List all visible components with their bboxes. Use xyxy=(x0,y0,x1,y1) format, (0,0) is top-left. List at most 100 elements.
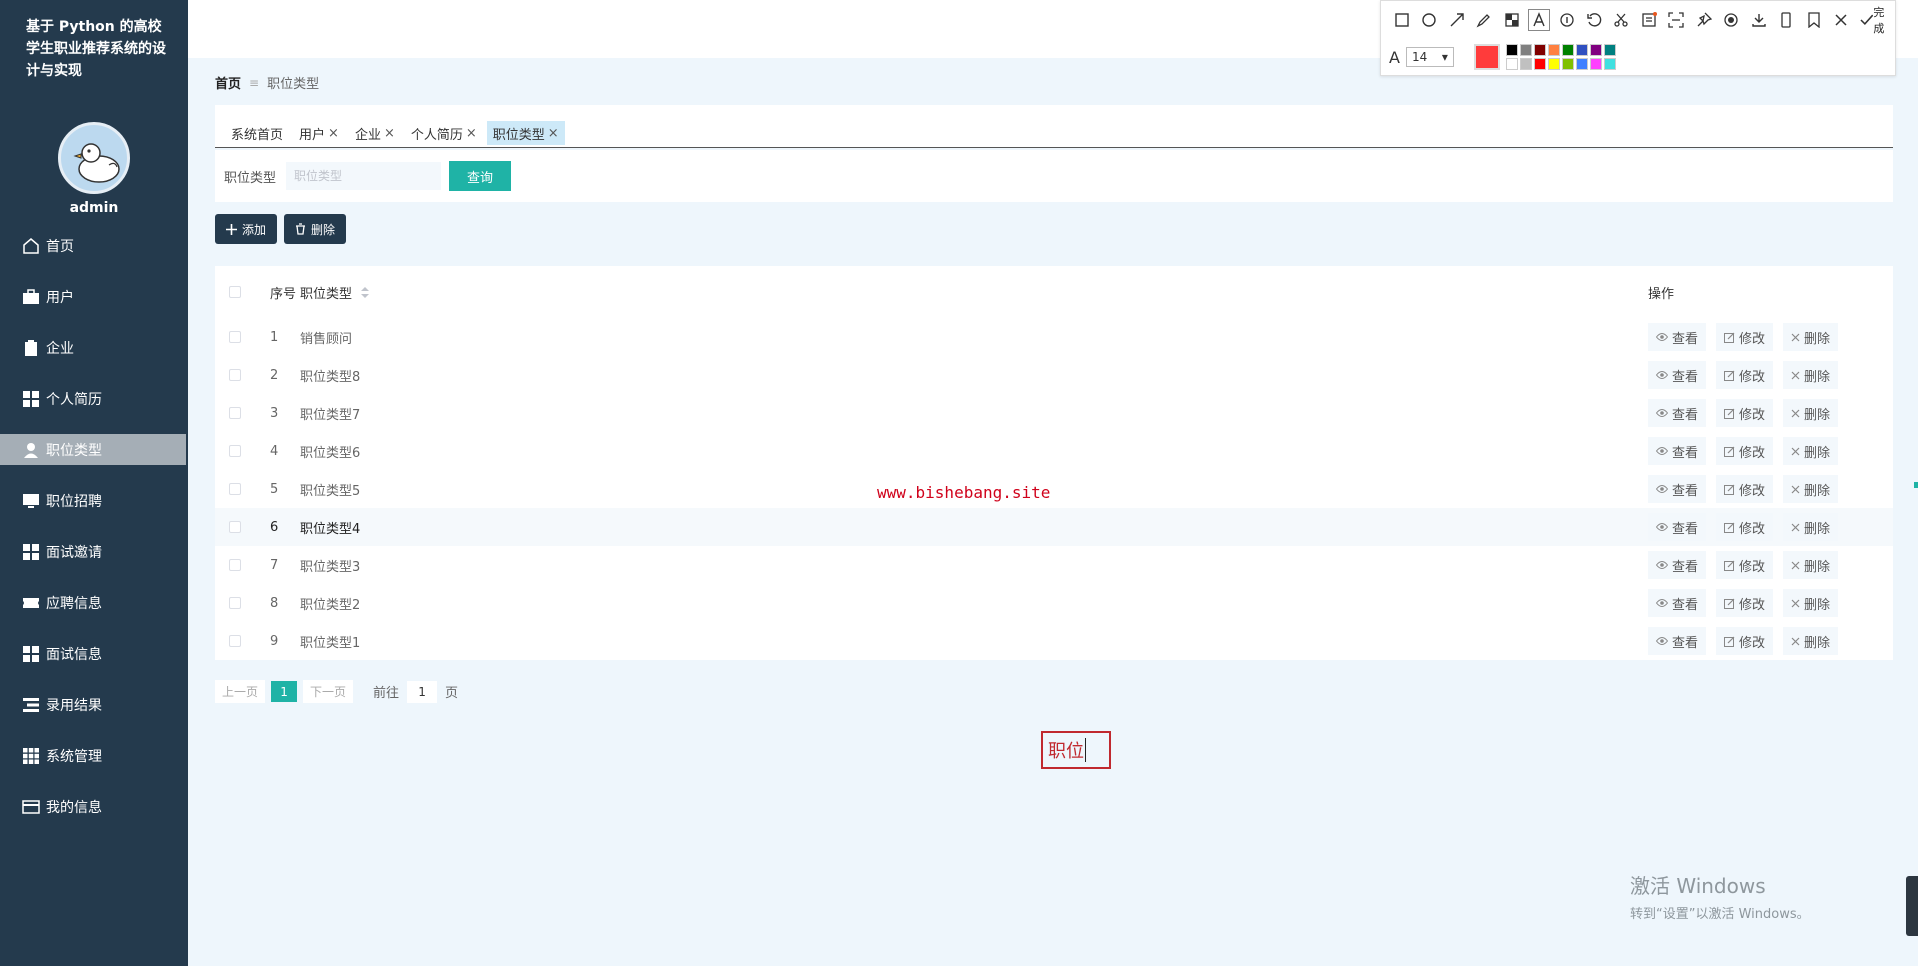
row-checkbox[interactable] xyxy=(229,597,241,609)
color-swatch[interactable] xyxy=(1533,44,1546,56)
search-input[interactable] xyxy=(286,162,442,190)
annotation-textbox[interactable]: 职位 xyxy=(1041,731,1111,769)
sidebar-item-job-posting[interactable]: 职位招聘 xyxy=(0,485,188,516)
breadcrumb-home[interactable]: 首页 xyxy=(215,73,241,92)
view-button[interactable]: 查看 xyxy=(1648,437,1707,465)
color-swatch[interactable] xyxy=(1547,58,1560,70)
close-icon[interactable] xyxy=(1830,9,1851,31)
sidebar-item-users[interactable]: 用户 xyxy=(0,281,188,312)
prev-page-button[interactable]: 上一页 xyxy=(215,680,266,703)
arrow-tool-icon[interactable] xyxy=(1446,9,1467,31)
text-tool-icon[interactable] xyxy=(1528,9,1550,31)
color-swatch[interactable] xyxy=(1575,44,1588,56)
bookmark-icon[interactable] xyxy=(1803,9,1824,31)
row-checkbox[interactable] xyxy=(229,483,241,495)
view-button[interactable]: 查看 xyxy=(1648,475,1707,503)
edge-panel-handle[interactable] xyxy=(1906,876,1918,936)
close-icon[interactable]: × xyxy=(328,126,339,141)
current-color-swatch[interactable] xyxy=(1473,44,1500,70)
download-icon[interactable] xyxy=(1748,9,1769,31)
font-size-select[interactable]: 14 ▾ xyxy=(1405,47,1454,67)
row-checkbox[interactable] xyxy=(229,445,241,457)
delete-button[interactable]: 删除 xyxy=(1783,323,1839,351)
record-icon[interactable] xyxy=(1721,9,1742,31)
view-button[interactable]: 查看 xyxy=(1648,513,1707,541)
ocr-icon[interactable] xyxy=(1638,9,1659,31)
avatar[interactable] xyxy=(58,122,130,194)
delete-button[interactable]: 删除 xyxy=(1783,627,1839,655)
scissors-icon[interactable] xyxy=(1611,9,1632,31)
color-swatch[interactable] xyxy=(1519,44,1532,56)
pencil-tool-icon[interactable] xyxy=(1473,9,1494,31)
delete-button[interactable]: 删除 xyxy=(1783,361,1839,389)
phone-icon[interactable] xyxy=(1775,9,1796,31)
color-swatch[interactable] xyxy=(1589,58,1602,70)
color-swatch[interactable] xyxy=(1561,44,1574,56)
select-all-checkbox[interactable] xyxy=(229,286,241,298)
color-swatch[interactable] xyxy=(1505,58,1518,70)
close-icon[interactable]: × xyxy=(466,126,477,141)
view-button[interactable]: 查看 xyxy=(1648,323,1707,351)
delete-button[interactable]: 删除 xyxy=(1783,589,1839,617)
edit-button[interactable]: 修改 xyxy=(1716,437,1774,465)
edit-button[interactable]: 修改 xyxy=(1716,513,1774,541)
delete-button[interactable]: 删除 xyxy=(1783,475,1839,503)
color-swatch[interactable] xyxy=(1505,44,1518,56)
number-marker-icon[interactable] xyxy=(1556,9,1577,31)
edit-button[interactable]: 修改 xyxy=(1716,399,1774,427)
view-button[interactable]: 查看 xyxy=(1648,361,1707,389)
sidebar-item-my-info[interactable]: 我的信息 xyxy=(0,791,188,822)
header-name-cell[interactable]: 职位类型 xyxy=(300,283,1648,302)
color-swatch[interactable] xyxy=(1589,44,1602,56)
undo-icon[interactable] xyxy=(1583,9,1604,31)
row-checkbox[interactable] xyxy=(229,331,241,343)
sidebar-item-application[interactable]: 应聘信息 xyxy=(0,587,188,618)
edit-button[interactable]: 修改 xyxy=(1716,589,1774,617)
edit-button[interactable]: 修改 xyxy=(1716,323,1774,351)
add-button[interactable]: 添加 xyxy=(215,214,278,244)
ellipse-tool-icon[interactable] xyxy=(1418,9,1439,31)
sidebar-item-system[interactable]: 系统管理 xyxy=(0,740,188,771)
color-swatch[interactable] xyxy=(1561,58,1574,70)
color-swatch[interactable] xyxy=(1533,58,1546,70)
tab-system-home[interactable]: 系统首页 xyxy=(225,121,289,145)
color-swatch[interactable] xyxy=(1603,44,1616,56)
color-swatch[interactable] xyxy=(1575,58,1588,70)
close-icon[interactable]: × xyxy=(384,126,395,141)
mosaic-tool-icon[interactable] xyxy=(1501,9,1522,31)
done-button[interactable]: 完成 xyxy=(1860,4,1895,36)
view-button[interactable]: 查看 xyxy=(1648,589,1707,617)
sidebar-item-company[interactable]: 企业 xyxy=(0,332,188,363)
scan-icon[interactable] xyxy=(1666,9,1687,31)
row-checkbox[interactable] xyxy=(229,369,241,381)
view-button[interactable]: 查看 xyxy=(1648,399,1707,427)
sidebar-item-interview-info[interactable]: 面试信息 xyxy=(0,638,188,669)
delete-button[interactable]: 删除 xyxy=(1783,513,1839,541)
batch-delete-button[interactable]: 删除 xyxy=(284,214,347,244)
sidebar-item-job-type[interactable]: 职位类型 xyxy=(0,434,186,465)
tab-resume[interactable]: 个人简历 × xyxy=(405,121,483,145)
goto-page-input[interactable]: 1 xyxy=(407,680,438,703)
edit-button[interactable]: 修改 xyxy=(1716,475,1774,503)
tab-company[interactable]: 企业 × xyxy=(349,121,401,145)
search-button[interactable]: 查询 xyxy=(449,161,512,191)
delete-button[interactable]: 删除 xyxy=(1783,551,1839,579)
close-icon[interactable]: × xyxy=(548,126,559,141)
next-page-button[interactable]: 下一页 xyxy=(303,680,354,703)
color-swatch[interactable] xyxy=(1603,58,1616,70)
rectangle-tool-icon[interactable] xyxy=(1391,9,1412,31)
view-button[interactable]: 查看 xyxy=(1648,551,1707,579)
tab-users[interactable]: 用户 × xyxy=(293,121,345,145)
color-swatch[interactable] xyxy=(1519,58,1532,70)
row-checkbox[interactable] xyxy=(229,407,241,419)
edit-button[interactable]: 修改 xyxy=(1716,551,1774,579)
page-number-current[interactable]: 1 xyxy=(271,681,298,702)
sidebar-item-interview-invite[interactable]: 面试邀请 xyxy=(0,536,188,567)
delete-button[interactable]: 删除 xyxy=(1783,399,1839,427)
edit-button[interactable]: 修改 xyxy=(1716,627,1774,655)
sidebar-item-home[interactable]: 首页 xyxy=(0,230,188,261)
view-button[interactable]: 查看 xyxy=(1648,627,1707,655)
tab-job-type[interactable]: 职位类型 × xyxy=(486,121,565,145)
color-swatch[interactable] xyxy=(1547,44,1560,56)
pin-icon[interactable] xyxy=(1693,9,1714,31)
